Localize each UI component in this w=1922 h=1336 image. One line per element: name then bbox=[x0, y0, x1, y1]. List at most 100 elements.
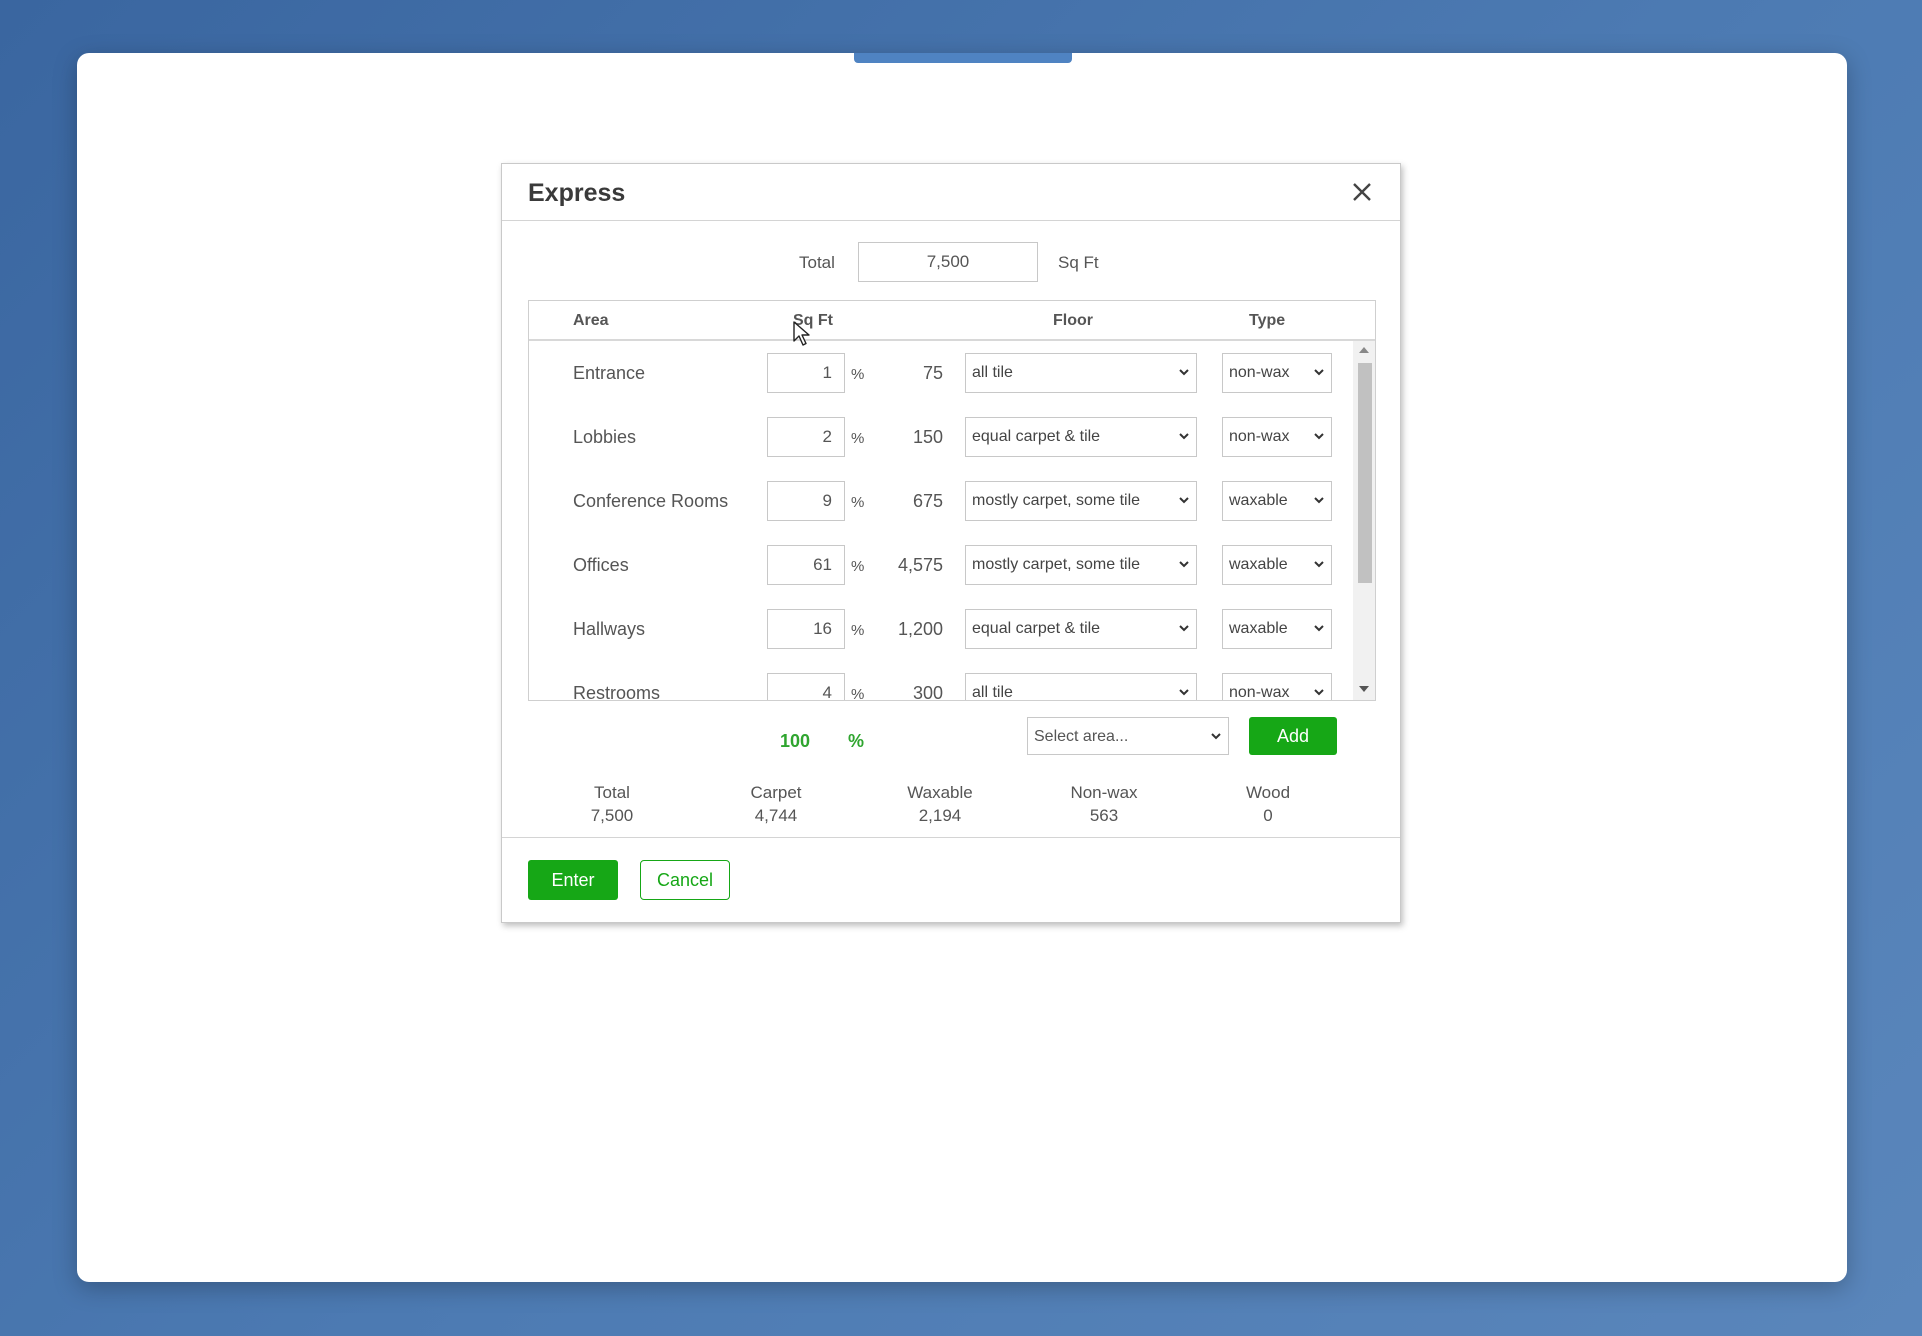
summary-label: Waxable bbox=[907, 783, 973, 802]
chevron-down-icon bbox=[1179, 625, 1189, 632]
type-select-value: waxable bbox=[1229, 492, 1288, 509]
type-select[interactable]: waxable bbox=[1222, 545, 1332, 585]
percent-total-sign: % bbox=[848, 731, 865, 751]
top-tab-indicator bbox=[854, 53, 1072, 63]
floor-select[interactable]: mostly carpet, some tile bbox=[965, 481, 1197, 521]
chevron-down-icon bbox=[1314, 689, 1324, 696]
floor-select-value: mostly carpet, some tile bbox=[972, 556, 1141, 573]
enter-button[interactable]: Enter bbox=[528, 860, 618, 900]
chevron-down-icon bbox=[1179, 433, 1189, 440]
chevron-down-icon bbox=[1179, 561, 1189, 568]
type-select[interactable]: non-wax bbox=[1222, 353, 1332, 393]
percent-input[interactable] bbox=[767, 609, 845, 649]
total-unit-label: Sq Ft bbox=[1058, 253, 1099, 272]
floor-select[interactable]: all tile bbox=[965, 353, 1197, 393]
type-select-value: waxable bbox=[1229, 556, 1288, 573]
table-header: Area Sq Ft Floor Type bbox=[529, 301, 1375, 341]
floor-select-value: all tile bbox=[972, 684, 1013, 701]
percent-input[interactable] bbox=[767, 353, 845, 393]
wood-summary-item: Wood 0 bbox=[1198, 781, 1338, 827]
percent-input[interactable] bbox=[767, 481, 845, 521]
table-row: Restrooms % 300 all tile non-wax bbox=[529, 673, 1349, 701]
summary-label: Wood bbox=[1245, 783, 1291, 802]
scroll-down-arrow-icon[interactable] bbox=[1359, 686, 1369, 692]
area-name: Offices bbox=[573, 555, 629, 575]
percent-total: 100 bbox=[780, 731, 811, 751]
area-name: Hallways bbox=[573, 619, 646, 639]
chevron-down-icon bbox=[1179, 369, 1189, 376]
floor-select-value: mostly carpet, some tile bbox=[972, 492, 1141, 509]
summary-label: Carpet bbox=[750, 783, 802, 802]
chevron-down-icon bbox=[1314, 497, 1324, 504]
total-summary-item: Total 7,500 bbox=[542, 781, 682, 827]
type-select[interactable]: non-wax bbox=[1222, 673, 1332, 700]
non-wax-summary-item: Non-wax 563 bbox=[1034, 781, 1174, 827]
sqft-value: 675 bbox=[912, 491, 943, 511]
chevron-down-icon bbox=[1179, 689, 1189, 696]
floor-select[interactable]: equal carpet & tile bbox=[965, 609, 1197, 649]
sqft-value: 150 bbox=[912, 427, 943, 447]
percent-sign: % bbox=[851, 366, 865, 383]
type-select[interactable]: waxable bbox=[1222, 609, 1332, 649]
column-header-floor: Floor bbox=[1053, 312, 1093, 329]
floor-select-value: all tile bbox=[972, 364, 1013, 381]
column-header-area: Area bbox=[573, 312, 609, 329]
close-icon[interactable] bbox=[1350, 180, 1374, 204]
summary-value: 4,744 bbox=[754, 806, 798, 825]
percent-sign: % bbox=[851, 686, 865, 701]
table-row: Entrance % 75 all tile non-wax bbox=[529, 353, 1349, 393]
select-area-placeholder: Select area... bbox=[1034, 728, 1129, 745]
floor-select[interactable]: equal carpet & tile bbox=[965, 417, 1197, 457]
sqft-value: 300 bbox=[912, 683, 943, 701]
percent-input[interactable] bbox=[767, 417, 845, 457]
type-select[interactable]: waxable bbox=[1222, 481, 1332, 521]
dialog-title: Express bbox=[528, 179, 626, 207]
chevron-down-icon bbox=[1314, 433, 1324, 440]
summary-value: 2,194 bbox=[918, 806, 962, 825]
area-name: Entrance bbox=[573, 363, 646, 383]
table-row: Conference Rooms % 675 mostly carpet, so… bbox=[529, 481, 1349, 521]
floor-select[interactable]: all tile bbox=[965, 673, 1197, 701]
summary-value: 7,500 bbox=[590, 806, 634, 825]
percent-input[interactable] bbox=[767, 673, 845, 700]
summary-label: Total bbox=[594, 783, 630, 802]
column-header-type: Type bbox=[1249, 312, 1286, 329]
area-name: Conference Rooms bbox=[573, 491, 729, 511]
floor-select-value: equal carpet & tile bbox=[972, 620, 1101, 637]
add-area-button[interactable]: Add bbox=[1249, 717, 1337, 755]
percent-sign: % bbox=[851, 558, 865, 575]
table-row: Hallways % 1,200 equal carpet & tile wax… bbox=[529, 609, 1349, 649]
waxable-summary-item: Waxable 2,194 bbox=[870, 781, 1010, 827]
area-name: Restrooms bbox=[573, 683, 661, 701]
total-sqft-input[interactable] bbox=[858, 242, 1038, 282]
sqft-value: 4,575 bbox=[897, 555, 943, 575]
total-label: Total bbox=[799, 253, 835, 272]
sqft-value: 1,200 bbox=[897, 619, 943, 639]
mouse-cursor-icon bbox=[793, 321, 810, 346]
chevron-down-icon bbox=[1179, 497, 1189, 504]
summary-value: 0 bbox=[1263, 806, 1273, 825]
table-row: Lobbies % 150 equal carpet & tile non-wa… bbox=[529, 417, 1349, 457]
summary-value: 563 bbox=[1089, 806, 1119, 825]
carpet-summary-item: Carpet 4,744 bbox=[706, 781, 846, 827]
table-row: Offices % 4,575 mostly carpet, some tile… bbox=[529, 545, 1349, 585]
cancel-button[interactable]: Cancel bbox=[640, 860, 730, 900]
app-page: Express Total Sq Ft Area Sq Ft Floor Typ… bbox=[77, 53, 1847, 1282]
chevron-down-icon bbox=[1314, 625, 1324, 632]
percent-sign: % bbox=[851, 622, 865, 639]
scroll-up-arrow-icon[interactable] bbox=[1359, 347, 1369, 353]
area-name: Lobbies bbox=[573, 427, 637, 447]
floor-select[interactable]: mostly carpet, some tile bbox=[965, 545, 1197, 585]
table-scrollbar[interactable] bbox=[1353, 341, 1375, 700]
select-area-dropdown[interactable]: Select area... bbox=[1027, 717, 1229, 755]
dialog-footer: Enter Cancel bbox=[502, 837, 1400, 922]
type-select-value: non-wax bbox=[1229, 364, 1290, 381]
scrollbar-thumb[interactable] bbox=[1358, 363, 1372, 583]
type-select-value: waxable bbox=[1229, 620, 1288, 637]
percent-sign: % bbox=[851, 430, 865, 447]
summary-label: Non-wax bbox=[1070, 783, 1138, 802]
type-select[interactable]: non-wax bbox=[1222, 417, 1332, 457]
chevron-down-icon bbox=[1314, 561, 1324, 568]
percent-input[interactable] bbox=[767, 545, 845, 585]
dialog-header: Express bbox=[502, 164, 1400, 221]
